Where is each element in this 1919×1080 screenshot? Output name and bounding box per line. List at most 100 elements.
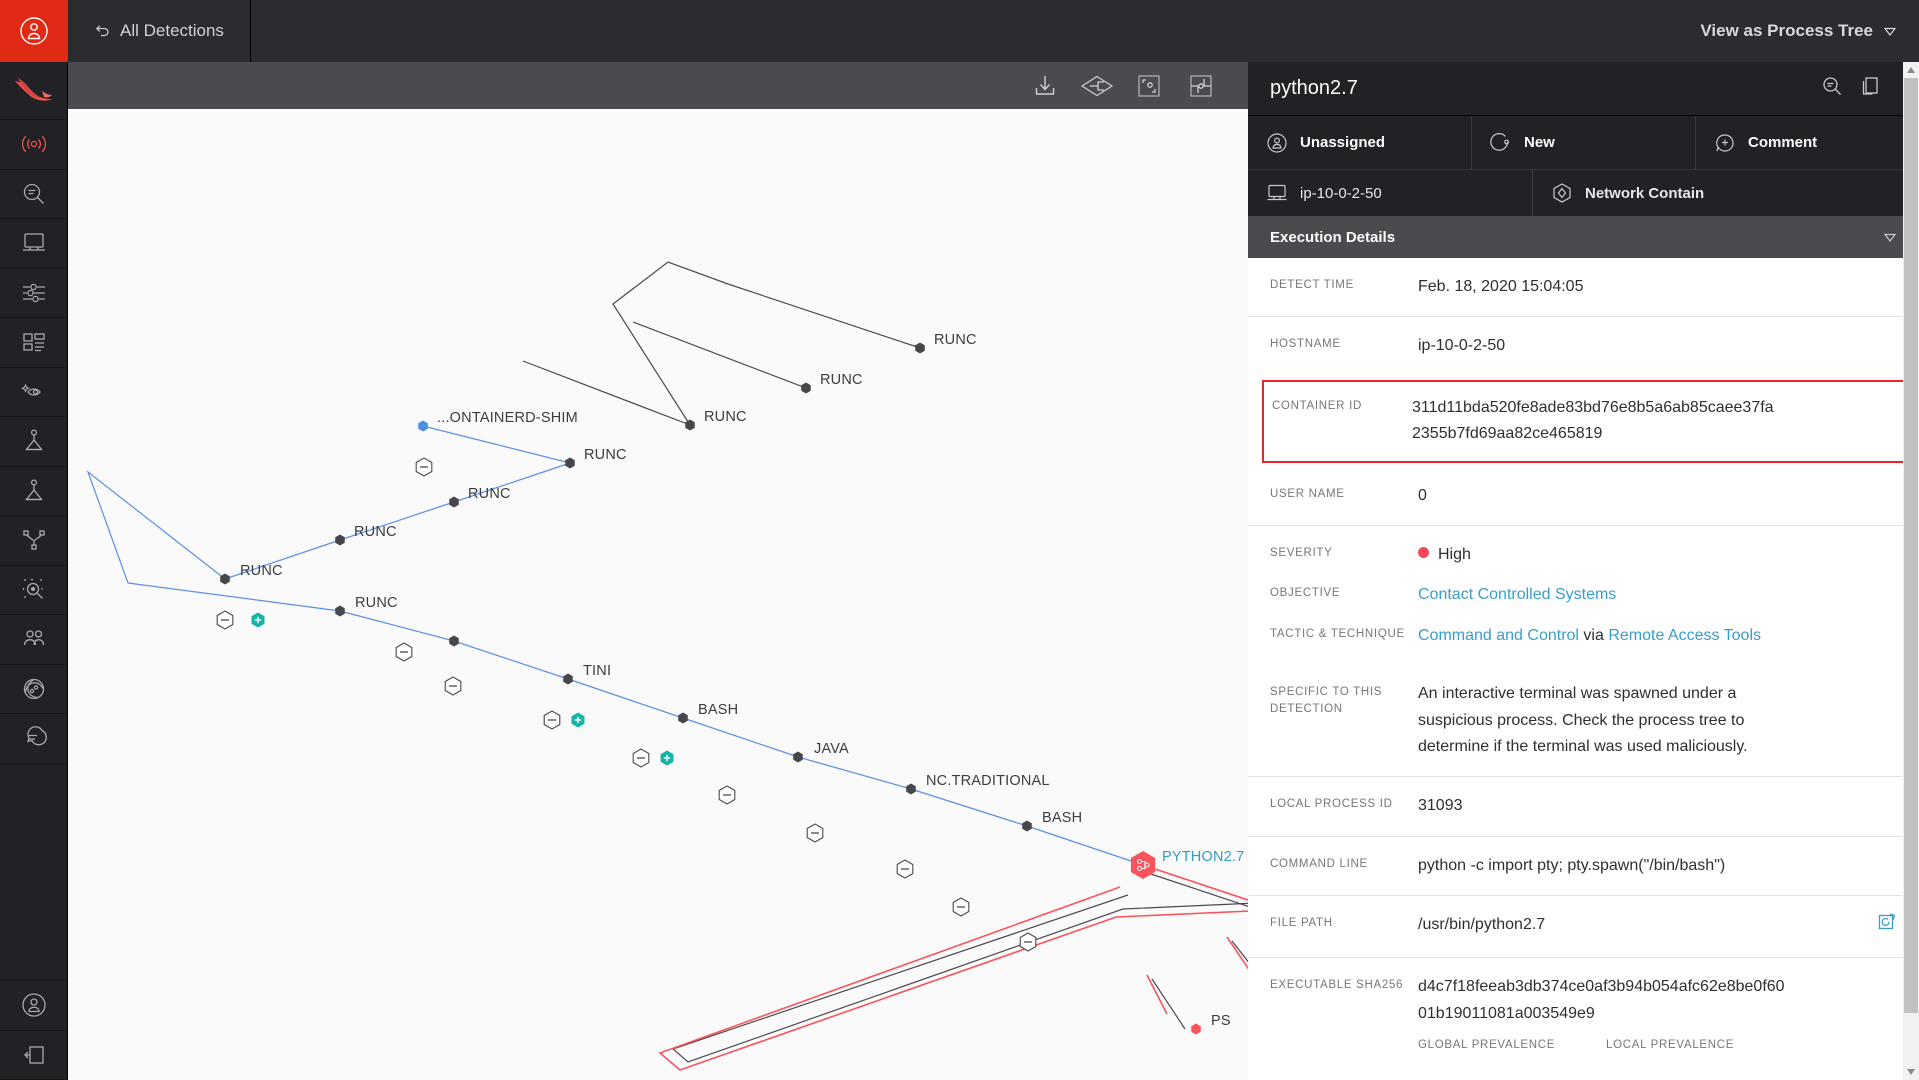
process-node-label[interactable]: NC.TRADITIONAL (926, 773, 1050, 789)
process-node[interactable] (449, 635, 459, 647)
field-key: DETECT TIME (1270, 279, 1354, 291)
process-node-label[interactable]: JAVA (814, 741, 849, 757)
assignee-label: Unassigned (1300, 134, 1386, 151)
process-node[interactable] (685, 419, 695, 431)
expand-layout-button[interactable] (1184, 69, 1218, 103)
assignee-button[interactable]: Unassigned (1248, 116, 1472, 169)
host-button[interactable]: ip-10-0-2-50 (1248, 170, 1533, 216)
process-node-label[interactable]: RUNC (240, 563, 283, 579)
process-node[interactable] (915, 342, 925, 354)
field-key: LOCAL PROCESS ID (1270, 798, 1393, 811)
process-node-label[interactable]: RUNC (584, 447, 627, 463)
execution-details-section-header[interactable]: Execution Details (1248, 216, 1919, 258)
scroll-down-arrow-icon[interactable] (1903, 1064, 1919, 1080)
sidebar-item-dashboards[interactable] (0, 318, 67, 368)
rail-spacer (0, 764, 67, 981)
process-node-label[interactable]: PS (1211, 1013, 1231, 1029)
field-value-wrapper: /usr/bin/python2.7 (1418, 912, 1897, 941)
process-node-label[interactable]: BASH (1042, 810, 1082, 826)
process-tree-panel: RUNC RUNC RUNC ...ONTAINERD-SHIM RUNC RUNC RUN… (68, 62, 1248, 1080)
process-node-label[interactable]: RUNC (355, 595, 398, 611)
process-node[interactable] (906, 783, 916, 795)
field-command-line: COMMAND LINE python -c import pty; pty.s… (1248, 835, 1919, 895)
process-node-label[interactable]: BASH (698, 702, 738, 718)
process-node-label[interactable]: RUNC (934, 332, 977, 348)
sidebar-item-threat-hunting[interactable] (0, 566, 67, 615)
process-node[interactable] (220, 573, 230, 585)
top-bar: All Detections View as Process Tree (0, 0, 1919, 62)
fit-to-screen-button[interactable] (1132, 69, 1166, 103)
chat-icon (26, 726, 47, 746)
process-node-label[interactable]: RUNC (704, 409, 747, 425)
layout-button[interactable] (1080, 69, 1114, 103)
field-value: Feb. 18, 2020 15:04:05 (1418, 278, 1584, 295)
process-node[interactable] (449, 496, 459, 508)
field-key: CONTAINER ID (1272, 399, 1362, 412)
sidebar-item-support[interactable] (0, 714, 67, 764)
technique-link[interactable]: Remote Access Tools (1608, 627, 1761, 644)
sliders-icon (22, 283, 45, 302)
external-lookup-icon[interactable] (1877, 912, 1897, 941)
sidebar-item-graph-explore[interactable] (0, 516, 67, 566)
detail-scrollbar[interactable] (1903, 62, 1919, 1080)
sidebar-item-users[interactable] (0, 615, 67, 665)
view-as-process-tree-dropdown[interactable]: View as Process Tree (1700, 0, 1919, 62)
sidebar-item-sandbox[interactable] (0, 417, 67, 467)
objective-link[interactable]: Contact Controlled Systems (1418, 586, 1616, 603)
process-node[interactable] (565, 457, 575, 469)
process-node[interactable] (563, 673, 573, 685)
scrollbar-thumb[interactable] (1904, 78, 1918, 1013)
process-node[interactable] (678, 712, 688, 724)
comment-button[interactable]: Comment (1696, 116, 1919, 169)
search-detail-icon[interactable] (1821, 75, 1843, 102)
process-node-label[interactable]: PYTHON2.7 (1162, 849, 1244, 865)
chevron-down-icon[interactable] (1883, 230, 1897, 244)
field-key: SEVERITY (1270, 546, 1333, 559)
field-tactic-technique: TACTIC & TECHNIQUE Command and Control v… (1248, 615, 1919, 665)
execution-details-body: DETECT TIME Feb. 18, 2020 15:04:05 HOSTN… (1248, 258, 1919, 1080)
sidebar-item-collapse[interactable] (0, 1031, 67, 1080)
process-node[interactable] (335, 534, 345, 546)
field-user-name: USER NAME 0 (1248, 467, 1919, 525)
field-key: OBJECTIVE (1270, 587, 1341, 600)
sidebar-item-hosts[interactable] (0, 219, 67, 269)
process-node-label[interactable]: RUNC (820, 372, 863, 388)
page-title: python2.7 (1270, 77, 1358, 99)
plus-bubble-icon (1716, 133, 1734, 152)
crowdstrike-falcon-logo[interactable] (0, 62, 67, 120)
scroll-up-arrow-icon[interactable] (1903, 62, 1919, 78)
brand-tile[interactable] (0, 0, 68, 62)
sidebar-item-investigate[interactable] (0, 170, 67, 219)
all-detections-back-link[interactable]: All Detections (68, 0, 251, 62)
process-tree-canvas[interactable]: RUNC RUNC RUNC ...ONTAINERD-SHIM RUNC RUNC RUN… (68, 109, 1248, 1080)
process-node-label[interactable]: RUNC (354, 524, 397, 540)
sidebar-item-discover[interactable] (0, 368, 67, 417)
status-button[interactable]: New (1472, 116, 1696, 169)
process-node-label[interactable]: RUNC (468, 486, 511, 502)
process-node-label[interactable]: ...ONTAINERD-SHIM (437, 410, 578, 426)
process-node[interactable] (1022, 820, 1032, 832)
monitor-icon (22, 233, 45, 251)
process-node[interactable] (335, 605, 345, 617)
process-node[interactable] (801, 382, 811, 394)
status-label: New (1524, 134, 1555, 151)
sidebar-item-activity[interactable] (0, 120, 67, 170)
tactic-link[interactable]: Command and Control (1418, 627, 1579, 644)
process-node[interactable] (793, 751, 803, 763)
process-node[interactable] (418, 420, 428, 432)
sidebar-item-intel[interactable] (0, 665, 67, 714)
copy-icon[interactable] (1859, 75, 1881, 102)
process-node[interactable] (1130, 851, 1156, 879)
field-value: python -c import pty; pty.spawn("/bin/ba… (1418, 856, 1726, 874)
process-node[interactable] (1191, 1023, 1201, 1035)
network-contain-button[interactable]: Network Contain (1533, 170, 1919, 216)
sidebar-item-malquery[interactable] (0, 467, 67, 516)
sidebar-item-configuration[interactable] (0, 269, 67, 318)
sidebar-item-account[interactable] (0, 981, 67, 1031)
field-value: An interactive terminal was spawned unde… (1418, 685, 1748, 755)
sign-out-icon (23, 1046, 44, 1064)
download-button[interactable] (1028, 69, 1062, 103)
field-value: d4c7f18feeab3db374ce0af3b94b054afc62e8be… (1418, 978, 1785, 1022)
field-local-process-id: LOCAL PROCESS ID 31093 (1248, 776, 1919, 835)
process-node-label[interactable]: TINI (583, 663, 611, 679)
